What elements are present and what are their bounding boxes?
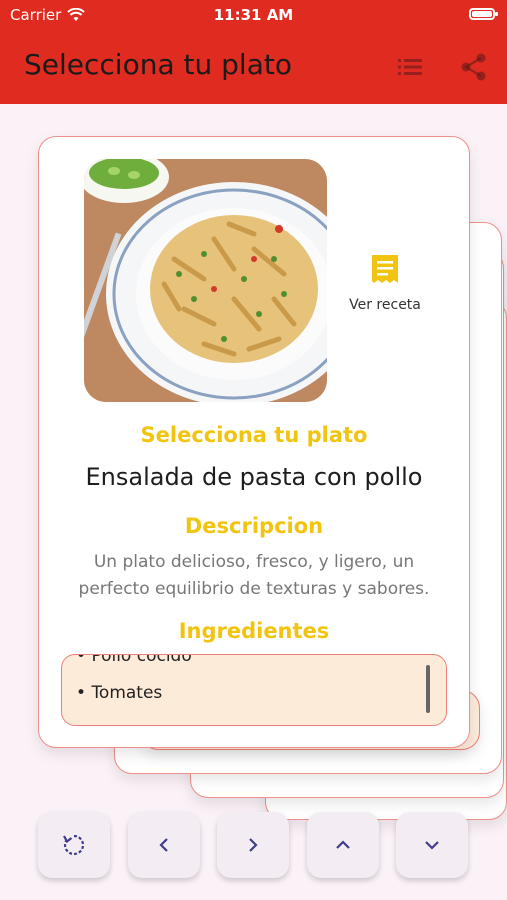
- description-line: Un plato delicioso, fresco, y ligero, un: [93, 552, 415, 572]
- section-ingredients-heading: Ingredientes: [178, 619, 330, 643]
- description-line: perfecto equilibrio de texturas y sabore…: [78, 579, 430, 599]
- status-bar: Carrier 11:31 AM: [0, 0, 507, 30]
- receipt-icon: [372, 255, 398, 283]
- dish-name: Ensalada de pasta con pollo: [85, 463, 423, 491]
- section-select-heading: Selecciona tu plato: [140, 423, 368, 447]
- section-description-heading: Descripcion: [184, 514, 324, 538]
- ingredients-list[interactable]: • Pollo cocido • Tomates: [61, 654, 447, 726]
- list-item: • Pollo cocido: [76, 654, 192, 666]
- pasta-image: [84, 159, 327, 402]
- view-recipe-button[interactable]: Ver receta: [331, 245, 439, 325]
- next-button[interactable]: [217, 812, 289, 878]
- list-icon: [398, 59, 422, 75]
- list-button[interactable]: [393, 50, 427, 84]
- list-item: • Tomates: [76, 683, 163, 703]
- app-bar: Selecciona tu plato: [0, 30, 507, 104]
- dish-card[interactable]: Ver receta Selecciona tu plato Ensalada …: [38, 136, 470, 748]
- ingredient-text: Tomates: [91, 683, 163, 703]
- previous-button[interactable]: [128, 812, 200, 878]
- move-up-button[interactable]: [307, 812, 379, 878]
- chevron-up-icon: [336, 840, 350, 849]
- battery-icon: [469, 8, 498, 20]
- scrollbar[interactable]: [426, 665, 430, 713]
- chevron-left-icon: [159, 838, 168, 852]
- dish-image: [84, 159, 327, 402]
- chevron-right-icon: [249, 838, 258, 852]
- status-time: 11:31 AM: [213, 6, 294, 24]
- dish-description: Un plato delicioso, fresco, y ligero, un…: [59, 549, 449, 603]
- share-icon: [461, 53, 486, 81]
- move-down-button[interactable]: [396, 812, 468, 878]
- chevron-down-icon: [425, 841, 439, 850]
- ingredient-text: Pollo cocido: [91, 654, 192, 666]
- page-title: Selecciona tu plato: [24, 48, 292, 81]
- refresh-icon: [63, 834, 85, 856]
- share-button[interactable]: [457, 50, 491, 84]
- view-recipe-label: Ver receta: [349, 297, 421, 313]
- navigation-controls: [0, 812, 507, 878]
- reset-button[interactable]: [38, 812, 110, 878]
